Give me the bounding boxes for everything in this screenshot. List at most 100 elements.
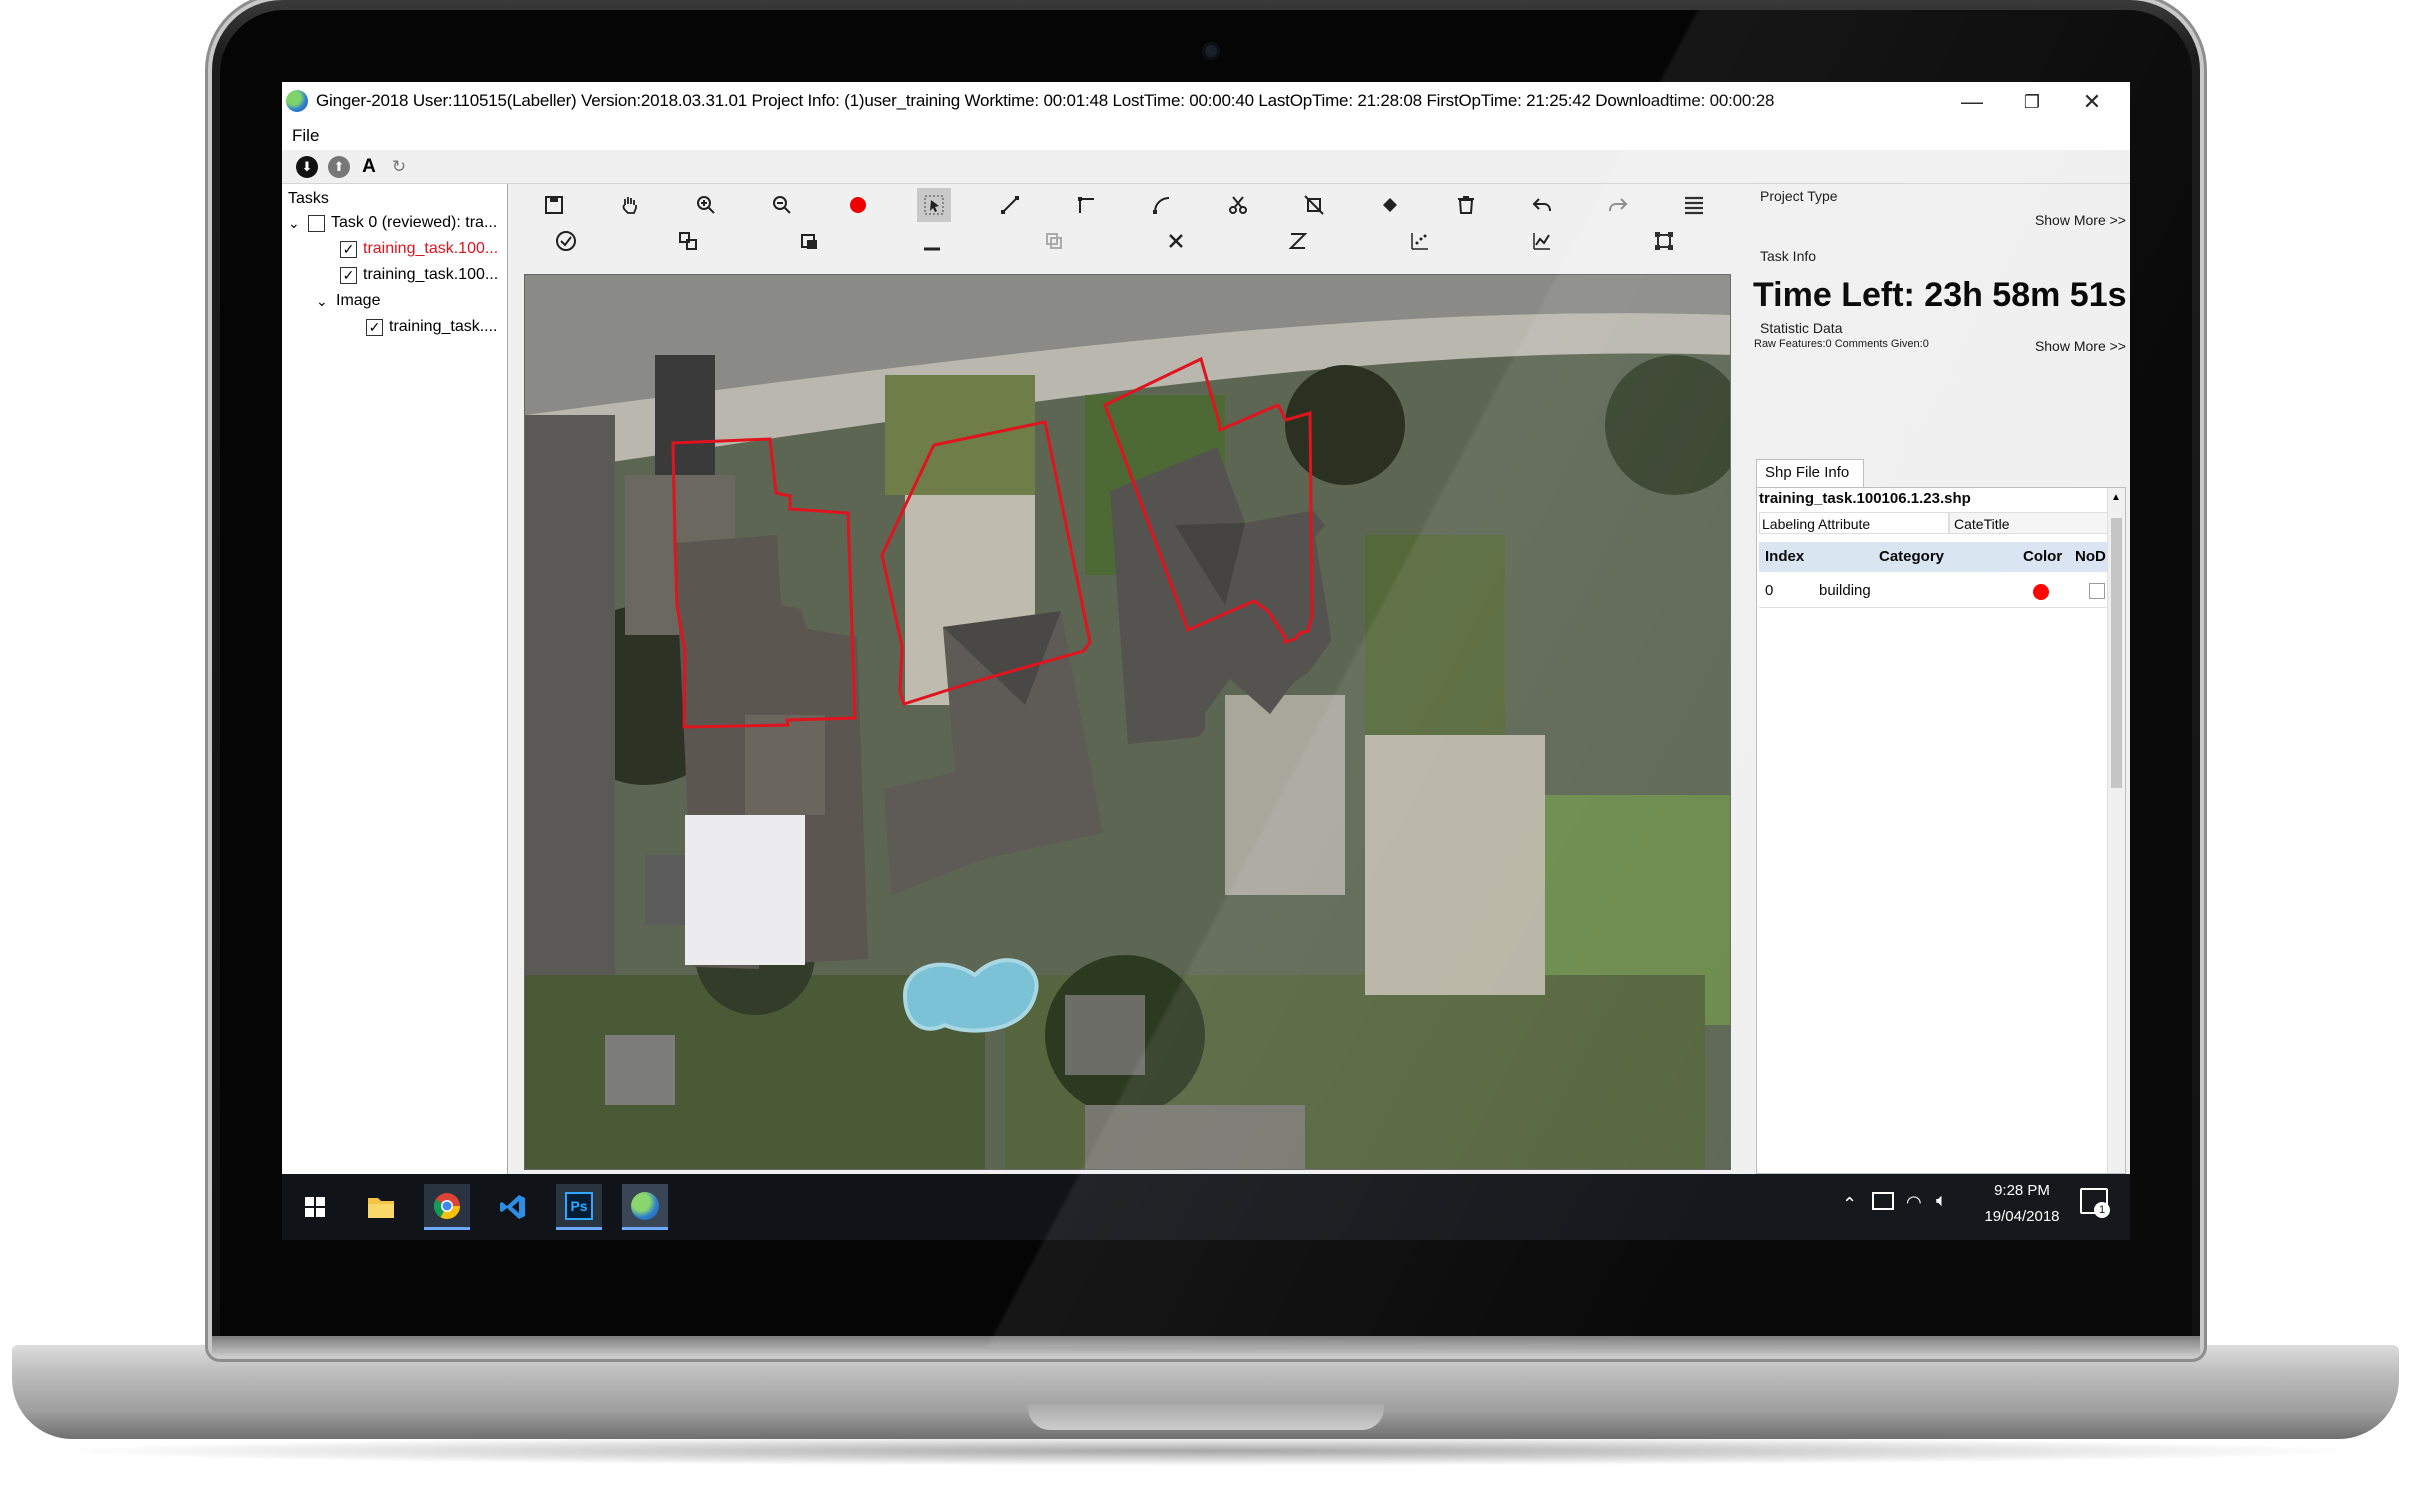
rotate-icon[interactable] bbox=[1281, 224, 1315, 258]
vscode-icon[interactable] bbox=[490, 1184, 536, 1230]
file1-label: training_task.100... bbox=[363, 240, 499, 257]
curve-icon[interactable] bbox=[1145, 188, 1179, 222]
zoom-in-icon[interactable] bbox=[689, 188, 723, 222]
show-more-link[interactable]: Show More >> bbox=[2035, 212, 2126, 228]
notification-badge: 1 bbox=[2094, 1202, 2110, 1218]
download-icon[interactable]: ⬇ bbox=[296, 156, 318, 178]
shp-filename: training_task.100106.1.23.shp bbox=[1759, 490, 1971, 507]
nod-checkbox[interactable] bbox=[2089, 583, 2105, 599]
satellite-image[interactable] bbox=[525, 275, 1731, 1170]
clock-time[interactable]: 9:28 PM bbox=[1972, 1182, 2072, 1199]
refresh-icon[interactable]: ↻ bbox=[388, 156, 410, 178]
scatter-icon[interactable] bbox=[1403, 224, 1437, 258]
raw-features-text: Raw Features:0 Comments Given:0 bbox=[1754, 338, 1929, 350]
webcam bbox=[1202, 42, 1220, 60]
category-table: Index Category Color NoD 0 building bbox=[1759, 542, 2107, 612]
col-index[interactable]: Index bbox=[1765, 548, 1804, 565]
save-icon[interactable] bbox=[537, 188, 571, 222]
ginger-app-icon[interactable] bbox=[622, 1184, 668, 1230]
col-color[interactable]: Color bbox=[2023, 548, 2062, 565]
col-category[interactable]: Category bbox=[1879, 548, 1944, 565]
screen: Ginger-2018 User:110515(Labeller) Versio… bbox=[282, 82, 2130, 1240]
table-row[interactable]: 0 building bbox=[1759, 574, 2107, 608]
col-nod[interactable]: NoD bbox=[2075, 548, 2106, 565]
cross-icon[interactable] bbox=[1159, 224, 1193, 258]
tasks-header: Tasks bbox=[288, 190, 329, 207]
menu-file[interactable]: File bbox=[292, 126, 319, 146]
copy-icon[interactable] bbox=[1037, 224, 1071, 258]
wifi-icon[interactable]: ◠ bbox=[1906, 1192, 1922, 1213]
chrome-icon[interactable] bbox=[424, 1184, 470, 1230]
corner-icon[interactable] bbox=[1069, 188, 1103, 222]
title-bar: Ginger-2018 User:110515(Labeller) Versio… bbox=[282, 82, 2130, 122]
laptop-hinge bbox=[212, 1336, 2200, 1358]
show-more-link-2[interactable]: Show More >> bbox=[2035, 338, 2126, 354]
upload-icon[interactable]: ⬆ bbox=[328, 156, 350, 178]
row-category: building bbox=[1819, 582, 1871, 599]
attribute-select[interactable]: CateTitle bbox=[1949, 512, 2109, 534]
tree-item-file1[interactable]: ✓ training_task.100... bbox=[340, 240, 498, 258]
checkbox-checked[interactable]: ✓ bbox=[340, 240, 357, 258]
map-canvas[interactable] bbox=[524, 274, 1731, 1170]
scrollbar-thumb[interactable] bbox=[2111, 518, 2122, 788]
volume-icon[interactable]: 🔈︎ bbox=[1936, 1190, 1947, 1211]
fill-icon[interactable] bbox=[1373, 188, 1407, 222]
project-type-label: Project Type bbox=[1760, 188, 1838, 204]
vertical-scrollbar[interactable]: ▲ bbox=[2107, 488, 2125, 1173]
record-icon[interactable] bbox=[841, 188, 875, 222]
laptop-notch bbox=[1028, 1404, 1384, 1430]
undo-icon[interactable] bbox=[1525, 188, 1559, 222]
category-color-swatch[interactable] bbox=[2033, 584, 2049, 600]
redo-icon[interactable] bbox=[1601, 188, 1635, 222]
window-title: Ginger-2018 User:110515(Labeller) Versio… bbox=[316, 91, 1775, 110]
quick-toolbar: ⬇ ⬆ A ↻ bbox=[282, 150, 2130, 184]
tree-item-image[interactable]: ⌄ Image bbox=[316, 292, 380, 310]
time-left: Time Left: 23h 58m 51s bbox=[1753, 276, 2127, 314]
text-tool-icon[interactable]: A bbox=[358, 156, 380, 178]
tray-chevron-up-icon[interactable]: ⌃ bbox=[1842, 1194, 1857, 1215]
notification-icon[interactable]: 1 bbox=[2080, 1188, 2110, 1218]
split-icon[interactable] bbox=[1297, 188, 1331, 222]
globe-icon bbox=[631, 1191, 659, 1220]
clock-date[interactable]: 19/04/2018 bbox=[1972, 1208, 2072, 1225]
image-file-label: training_task.... bbox=[389, 318, 498, 335]
windows-start-icon[interactable] bbox=[292, 1184, 338, 1230]
tree-item-image-file[interactable]: ✓ training_task.... bbox=[366, 318, 498, 336]
taskbar: Ps ⌃ ◠ 🔈︎ 9:28 PM 19/04/2018 1 bbox=[282, 1174, 2130, 1240]
delete-icon[interactable] bbox=[1449, 188, 1483, 222]
task-info-label: Task Info bbox=[1760, 248, 1817, 264]
shp-file-info-panel: training_task.100106.1.23.shp Labeling A… bbox=[1756, 487, 2126, 1174]
snap-icon[interactable] bbox=[671, 224, 705, 258]
close-button[interactable]: ✕ bbox=[2062, 82, 2122, 122]
square-vertex-icon[interactable] bbox=[1647, 224, 1681, 258]
polyline-icon[interactable] bbox=[1525, 224, 1559, 258]
photoshop-icon[interactable]: Ps bbox=[556, 1184, 602, 1230]
line-icon[interactable] bbox=[993, 188, 1027, 222]
checkbox-checked[interactable]: ✓ bbox=[366, 318, 383, 336]
network-device-icon[interactable] bbox=[1872, 1192, 1894, 1210]
drawing-toolbar bbox=[509, 184, 1703, 264]
restore-button[interactable]: ❐ bbox=[2002, 82, 2062, 122]
photoshop-logo: Ps bbox=[565, 1191, 593, 1220]
menu-icon[interactable] bbox=[1677, 188, 1711, 222]
select-icon[interactable] bbox=[917, 188, 951, 222]
laptop-shadow bbox=[40, 1436, 2371, 1466]
checkbox-checked[interactable]: ✓ bbox=[340, 266, 357, 284]
checkbox[interactable] bbox=[308, 214, 325, 232]
tree-item-task0[interactable]: ⌄ Task 0 (reviewed): tra... bbox=[288, 214, 497, 232]
check-icon[interactable] bbox=[549, 224, 583, 258]
file-explorer-icon[interactable] bbox=[358, 1184, 404, 1230]
layer-icon[interactable] bbox=[793, 224, 827, 258]
tab-shp-file-info[interactable]: Shp File Info bbox=[1756, 459, 1864, 487]
task0-label: Task 0 (reviewed): tra... bbox=[331, 214, 498, 231]
cut-icon[interactable] bbox=[1221, 188, 1255, 222]
minimize-button[interactable]: — bbox=[1942, 82, 2002, 122]
tree-item-file2[interactable]: ✓ training_task.100... bbox=[340, 266, 498, 284]
zoom-out-icon[interactable] bbox=[765, 188, 799, 222]
chevron-up-icon[interactable]: ▲ bbox=[2111, 492, 2121, 503]
hand-icon[interactable] bbox=[613, 188, 647, 222]
chevron-down-icon[interactable]: ⌄ bbox=[316, 293, 330, 310]
chevron-down-icon[interactable]: ⌄ bbox=[288, 215, 302, 232]
row-index: 0 bbox=[1765, 582, 1774, 599]
baseline-icon[interactable] bbox=[915, 224, 949, 258]
